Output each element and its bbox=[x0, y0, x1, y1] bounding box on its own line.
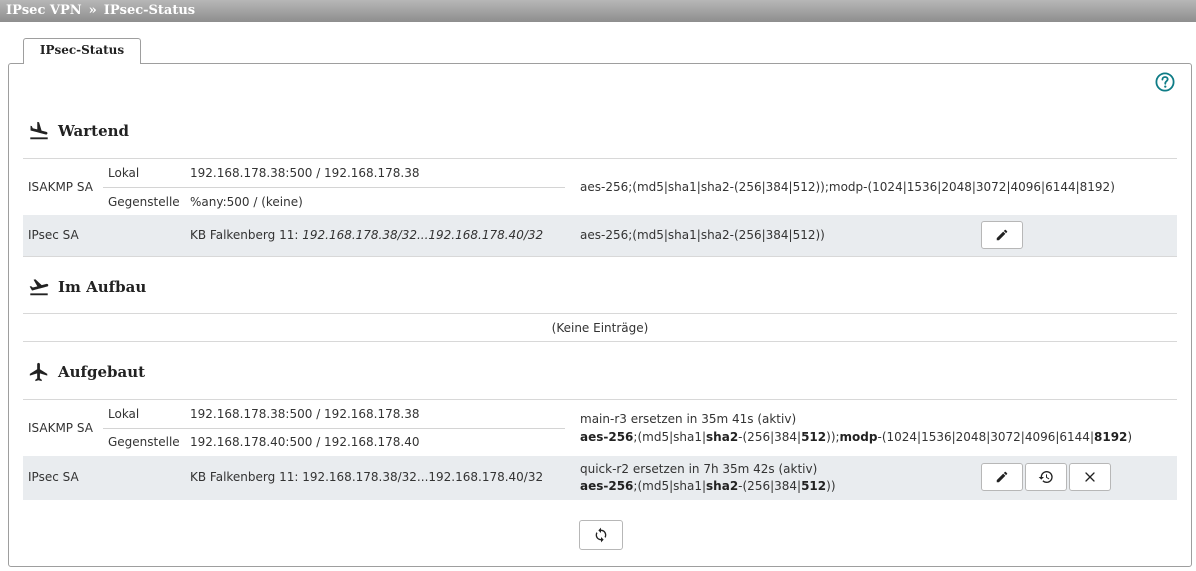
section-title-aufgebaut-label: Aufgebaut bbox=[58, 363, 146, 381]
aufgebaut-ipsec-row: IPsec SA KB Falkenberg 11: 192.168.178.3… bbox=[23, 456, 1177, 500]
pencil-icon bbox=[996, 471, 1008, 483]
empty-entries-text: (Keine Einträge) bbox=[551, 321, 649, 335]
section-title-aufgebaut: Aufgebaut bbox=[28, 360, 145, 384]
breadcrumb-separator: » bbox=[88, 3, 97, 18]
alg-text: ;(md5|sha1| bbox=[633, 430, 707, 444]
section-title-im-aufbau-label: Im Aufbau bbox=[58, 278, 147, 296]
breadcrumb-current: IPsec-Status bbox=[103, 3, 196, 18]
im-aufbau-empty-row: (Keine Einträge) bbox=[23, 313, 1177, 342]
alg-hash-bits: 512 bbox=[801, 430, 827, 444]
alg-text: -(1024|1536|2048|3072|4096|6144| bbox=[877, 430, 1094, 444]
lokal-label: Lokal bbox=[108, 166, 140, 180]
history-icon bbox=[1038, 471, 1053, 483]
connection-network: 192.168.178.38/32...192.168.178.40/32 bbox=[302, 228, 544, 242]
ipsec-algorithms: aes-256;(md5|sha1|sha2-(256|384|512)) bbox=[580, 228, 825, 242]
alg-text: )) bbox=[826, 479, 836, 493]
gegenstelle-label: Gegenstelle bbox=[108, 195, 180, 209]
edit-button[interactable] bbox=[981, 221, 1023, 249]
alg-cipher: aes-256 bbox=[580, 430, 634, 444]
airplane-icon bbox=[29, 362, 48, 382]
section-title-im-aufbau: Im Aufbau bbox=[28, 275, 146, 299]
renew-button[interactable] bbox=[1025, 463, 1067, 491]
ipsec-sa-label: IPsec SA bbox=[28, 228, 79, 242]
lokal-value: 192.168.178.38:500 / 192.168.178.38 bbox=[190, 407, 420, 421]
alg-hash: sha2 bbox=[706, 430, 739, 444]
alg-text: ;(md5|sha1| bbox=[633, 479, 707, 493]
wartend-isakmp-row: ISAKMP SA Lokal 192.168.178.38:500 / 192… bbox=[23, 158, 1177, 215]
gegenstelle-value: 192.168.178.40:500 / 192.168.178.40 bbox=[190, 435, 420, 449]
connection-name: KB Falkenberg 11: bbox=[190, 228, 299, 242]
refresh-icon bbox=[595, 527, 607, 543]
close-button[interactable] bbox=[1069, 463, 1111, 491]
breadcrumb-parent[interactable]: IPsec VPN bbox=[6, 3, 82, 18]
isakmp-sa-label: ISAKMP SA bbox=[28, 421, 93, 435]
isakmp-algorithms: aes-256;(md5|sha1|sha2-(256|384|512));mo… bbox=[580, 430, 1132, 444]
section-title-wartend: Wartend bbox=[28, 119, 129, 143]
airplane-takeoff-icon bbox=[29, 279, 49, 296]
wartend-ipsec-row: IPsec SA KB Falkenberg 11: 192.168.178.3… bbox=[23, 215, 1177, 257]
tab-ipsec-status[interactable]: IPsec-Status bbox=[23, 38, 141, 64]
alg-dh: modp bbox=[839, 430, 878, 444]
ipsec-sa-label: IPsec SA bbox=[28, 470, 79, 484]
help-circle-icon[interactable] bbox=[1155, 72, 1175, 92]
gegenstelle-label: Gegenstelle bbox=[108, 435, 180, 449]
lokal-value: 192.168.178.38:500 / 192.168.178.38 bbox=[190, 166, 420, 180]
alg-text: )); bbox=[826, 430, 840, 444]
breadcrumb: IPsec VPN » IPsec-Status bbox=[0, 0, 1196, 22]
alg-text: ) bbox=[1127, 430, 1133, 444]
airplane-landing-icon bbox=[30, 121, 48, 140]
alg-cipher: aes-256 bbox=[580, 479, 634, 493]
pencil-icon bbox=[996, 229, 1008, 241]
ipsec-connection: KB Falkenberg 11: 192.168.178.38/32...19… bbox=[190, 470, 544, 484]
row-divider bbox=[103, 187, 565, 188]
row-divider bbox=[103, 428, 565, 429]
alg-dh-bits: 8192 bbox=[1094, 430, 1128, 444]
isakmp-algorithms: aes-256;(md5|sha1|sha2-(256|384|512));mo… bbox=[580, 180, 1115, 194]
isakmp-status: main-r3 ersetzen in 35m 41s (aktiv) bbox=[580, 412, 797, 426]
section-title-wartend-label: Wartend bbox=[58, 122, 130, 140]
refresh-button[interactable] bbox=[579, 520, 623, 550]
isakmp-sa-label: ISAKMP SA bbox=[28, 180, 93, 194]
alg-hash: sha2 bbox=[706, 479, 739, 493]
aufgebaut-isakmp-row: ISAKMP SA Lokal 192.168.178.38:500 / 192… bbox=[23, 399, 1177, 456]
lokal-label: Lokal bbox=[108, 407, 140, 421]
close-icon bbox=[1085, 472, 1095, 482]
ipsec-algorithms: aes-256;(md5|sha1|sha2-(256|384|512)) bbox=[580, 479, 836, 493]
ipsec-status: quick-r2 ersetzen in 7h 35m 42s (aktiv) bbox=[580, 462, 818, 476]
edit-button[interactable] bbox=[981, 463, 1023, 491]
ipsec-connection: KB Falkenberg 11: 192.168.178.38/32...19… bbox=[190, 228, 543, 242]
gegenstelle-value: %any:500 / (keine) bbox=[190, 195, 303, 209]
alg-text: -(256|384| bbox=[738, 430, 802, 444]
alg-hash-bits: 512 bbox=[801, 479, 827, 493]
alg-text: -(256|384| bbox=[738, 479, 802, 493]
